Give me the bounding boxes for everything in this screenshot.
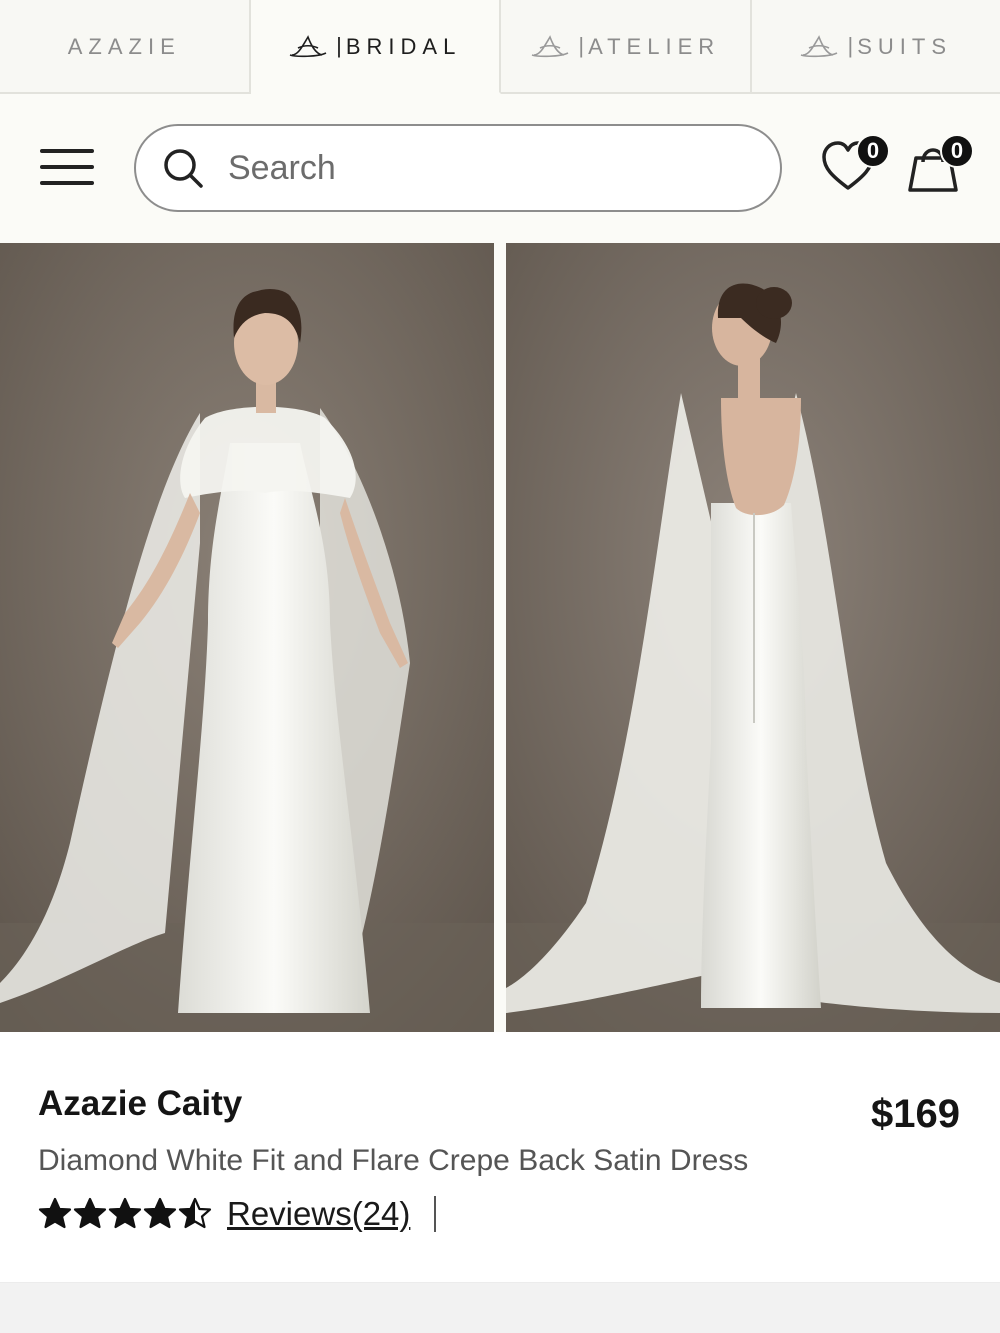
product-image-back[interactable]	[506, 243, 1000, 1032]
divider	[434, 1196, 437, 1232]
tab-azazie[interactable]: AZAZIE	[0, 0, 251, 94]
hamburger-menu-icon[interactable]	[40, 149, 94, 189]
product-info: Azazie Caity $169 Diamond White Fit and …	[0, 1032, 1000, 1282]
section-divider	[0, 1282, 1000, 1333]
tab-bridal[interactable]: | BRIDAL	[250, 0, 501, 94]
site-header: 0 0	[0, 94, 1000, 243]
azazie-monogram-icon	[288, 33, 328, 59]
brand-tabs: AZAZIE | BRIDAL | ATELIER | SUITS	[0, 0, 1000, 94]
product-gallery	[0, 243, 1000, 1032]
tab-suits[interactable]: | SUITS	[751, 0, 1000, 94]
product-price: $169	[871, 1092, 960, 1136]
cart-button[interactable]: 0	[902, 132, 974, 202]
cart-count-badge: 0	[940, 134, 974, 168]
search-input[interactable]	[228, 148, 748, 188]
star-full-icon	[108, 1197, 142, 1229]
star-rating	[38, 1197, 213, 1231]
star-full-icon	[38, 1197, 72, 1229]
reviews-link[interactable]: Reviews(24)	[227, 1195, 410, 1233]
product-name[interactable]: Azazie Caity	[38, 1084, 242, 1124]
search-icon	[164, 149, 203, 188]
tab-atelier[interactable]: | ATELIER	[501, 0, 752, 94]
azazie-monogram-icon	[799, 33, 839, 59]
star-full-icon	[143, 1197, 177, 1229]
tab-atelier-label: ATELIER	[588, 34, 721, 59]
star-half-icon	[178, 1197, 212, 1229]
star-full-icon	[73, 1197, 107, 1229]
product-description: Diamond White Fit and Flare Crepe Back S…	[38, 1144, 749, 1177]
tab-azazie-label: AZAZIE	[67, 34, 181, 59]
azazie-monogram-icon	[530, 33, 570, 59]
wishlist-count-badge: 0	[856, 134, 890, 168]
product-image-front[interactable]	[0, 243, 494, 1032]
product-rating: Reviews(24)	[38, 1194, 437, 1234]
tab-suits-label: SUITS	[857, 34, 952, 59]
search-bar[interactable]	[134, 124, 782, 212]
wishlist-button[interactable]: 0	[818, 132, 890, 202]
tab-bridal-label: BRIDAL	[345, 34, 462, 59]
